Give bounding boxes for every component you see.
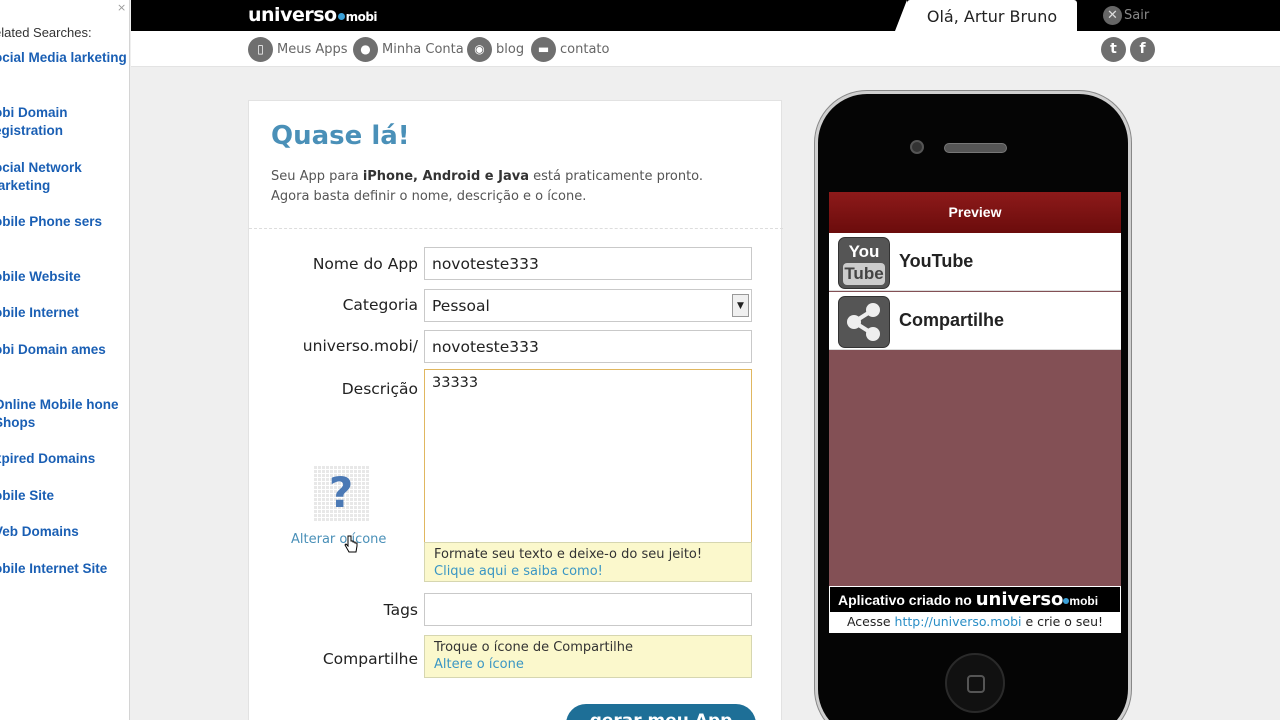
preview-item-share[interactable]: Compartilhe	[829, 292, 1121, 350]
app-url-input[interactable]: novoteste333	[424, 330, 752, 363]
related-link[interactable]: Veb Domains	[0, 523, 129, 541]
chevron-down-icon[interactable]: ▼	[732, 294, 749, 317]
preview-footer-link: Acesse http://universo.mobi e crie o seu…	[829, 613, 1121, 633]
format-hint: Formate seu texto e deixe-o do seu jeito…	[424, 542, 752, 582]
related-link[interactable]: obile Internet Site	[0, 560, 129, 578]
intro-platforms: iPhone, Android e Java	[362, 169, 529, 184]
description-textarea[interactable]: 33333	[424, 369, 752, 543]
footer-brand: univer	[975, 589, 1041, 610]
footer-text: Aplicativo criado no	[838, 592, 976, 608]
related-searches-heading: elated Searches:	[0, 25, 92, 40]
camera-icon	[910, 140, 924, 154]
divider	[249, 228, 783, 229]
universo-link[interactable]: http://universo.mobi	[895, 614, 1022, 629]
generate-app-button[interactable]: gerar meu App	[566, 704, 756, 720]
home-icon	[967, 675, 985, 693]
top-bar: universo mobi Olá, Artur Bruno ✕ Sair	[131, 0, 1280, 31]
related-link[interactable]: xpired Domains	[0, 450, 129, 468]
format-help-link[interactable]: Clique aqui e saiba como!	[434, 564, 603, 579]
logo-text-end: so	[313, 4, 337, 26]
close-icon: ✕	[1103, 6, 1122, 25]
share-label: Compartilhe	[322, 650, 418, 668]
intro-text-line2: Agora basta definir o nome, descrição e …	[271, 189, 587, 204]
tags-input[interactable]	[424, 593, 752, 626]
footer-link-post: e crie o seu!	[1021, 614, 1104, 629]
nav-item-blog[interactable]: ◉ blog	[467, 37, 524, 62]
preview-item-label: Compartilhe	[899, 310, 1005, 330]
share-hint: Troque o ícone de Compartilhe Altere o í…	[424, 635, 752, 678]
related-link[interactable]: obile Internet	[0, 304, 129, 322]
description-label: Descrição	[341, 380, 418, 398]
youtube-icon-bottom: Tube	[843, 263, 885, 285]
phone-icon: ▯	[248, 37, 273, 62]
nav-label: Meus Apps	[277, 42, 348, 57]
nav-label: Minha Conta	[382, 42, 464, 57]
rss-icon: ◉	[467, 37, 492, 62]
facebook-icon[interactable]: f	[1130, 37, 1155, 62]
related-link[interactable]: obi Domain ames	[0, 341, 129, 359]
format-hint-text: Formate seu texto e deixe-o do seu jeito…	[434, 547, 703, 562]
related-searches-sidebar: × elated Searches: ocial Media larketing…	[0, 0, 130, 720]
chat-icon: ▬	[531, 37, 556, 62]
related-link[interactable]: Online Mobile hone Shops	[0, 396, 129, 432]
related-link[interactable]: obi Domain egistration	[0, 104, 129, 140]
app-icon-placeholder[interactable]: ?	[313, 465, 369, 521]
logo-mobi: mobi	[345, 10, 378, 24]
preview-header: Preview	[829, 192, 1121, 233]
twitter-icon[interactable]: t	[1101, 37, 1126, 62]
logout-button[interactable]: ✕ Sair	[1103, 6, 1149, 25]
share-hint-text: Troque o ícone de Compartilhe	[434, 640, 634, 655]
youtube-icon-top: You	[848, 242, 880, 261]
hand-cursor-icon	[344, 535, 358, 553]
preview-item-youtube[interactable]: You Tube YouTube	[829, 233, 1121, 291]
intro-text-part: está praticamente pronto.	[528, 169, 704, 184]
category-value: Pessoal	[432, 297, 490, 315]
nav-label: contato	[560, 42, 610, 57]
category-label: Categoria	[342, 296, 418, 314]
close-icon[interactable]: ×	[117, 1, 126, 14]
tags-label: Tags	[383, 601, 418, 619]
related-link[interactable]: ocial Media larketing	[0, 49, 129, 67]
footer-brand-end: so	[1040, 589, 1064, 610]
related-link[interactable]: obile Website	[0, 268, 129, 286]
preview-footer-banner: Aplicativo criado no universo mobi	[829, 586, 1121, 613]
related-link[interactable]: ocial Network larketing	[0, 159, 129, 195]
intro-text: Seu App para iPhone, Android e Java está…	[271, 167, 761, 207]
app-form-card: Quase lá! Seu App para iPhone, Android e…	[248, 100, 783, 720]
nav-item-contato[interactable]: ▬ contato	[531, 37, 609, 62]
related-link[interactable]: obile Phone sers	[0, 213, 129, 231]
intro-text-part: Seu App para	[271, 169, 363, 184]
logo-text: univer	[248, 4, 314, 26]
speaker-icon	[944, 143, 1007, 153]
nav-label: blog	[496, 42, 525, 57]
home-button[interactable]	[945, 653, 1005, 713]
phone-screen: Preview You Tube YouTube Compartilhe Apl	[829, 192, 1121, 633]
nav-bar: ▯ Meus Apps ● Minha Conta ◉ blog ▬ conta…	[131, 31, 1280, 67]
change-share-icon-link[interactable]: Altere o ícone	[434, 657, 524, 672]
app-name-label: Nome do App	[312, 255, 418, 273]
footer-link-pre: Acesse	[846, 614, 895, 629]
nav-item-meus-apps[interactable]: ▯ Meus Apps	[248, 37, 348, 62]
related-link[interactable]: obile Site	[0, 487, 129, 505]
preview-item-label: YouTube	[899, 251, 974, 271]
category-select[interactable]: Pessoal ▼	[424, 289, 752, 322]
user-greeting: Olá, Artur Bruno	[895, 0, 1077, 31]
share-icon	[838, 296, 890, 348]
footer-mobi: mobi	[1069, 594, 1099, 608]
url-label: universo.mobi/	[302, 337, 418, 355]
logo-dot-icon	[337, 13, 345, 20]
universo-logo[interactable]: universo mobi	[248, 4, 378, 26]
user-icon: ●	[353, 37, 378, 62]
change-icon-link[interactable]: Alterar o ícone	[291, 532, 386, 547]
app-name-input[interactable]: novoteste333	[424, 247, 752, 280]
logout-label: Sair	[1124, 8, 1150, 23]
youtube-icon: You Tube	[838, 237, 890, 289]
page-title: Quase lá!	[271, 121, 410, 151]
nav-item-minha-conta[interactable]: ● Minha Conta	[353, 37, 464, 62]
phone-preview: Preview You Tube YouTube Compartilhe Apl	[815, 91, 1131, 720]
